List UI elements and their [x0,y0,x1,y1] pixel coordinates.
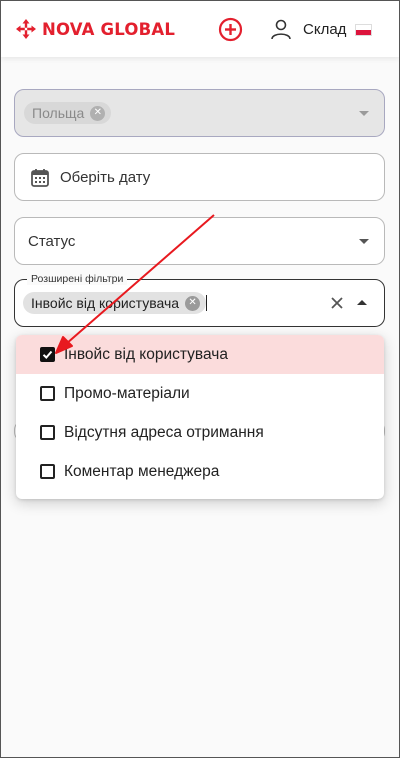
option-label: Промо-матеріали [64,384,190,402]
chevron-down-icon [359,111,369,116]
checkbox-checked[interactable] [40,347,55,362]
checkbox[interactable] [40,464,55,479]
dropdown-option[interactable]: Коментар менеджера [16,452,384,491]
poland-flag-icon[interactable] [355,24,372,36]
brand-logo[interactable]: NOVA GLOBAL [15,18,175,40]
brand-name: NOVA GLOBAL [42,19,176,39]
checkbox[interactable] [40,425,55,440]
extended-filters-dropdown: Інвойс від користувача Промо-матеріали В… [16,335,384,499]
text-cursor [206,295,207,311]
status-select[interactable]: Статус [14,217,385,265]
extended-filter-chip-label: Інвойс від користувача [31,295,180,311]
chip-remove-icon: ✕ [90,105,106,121]
chip-remove-icon[interactable]: ✕ [185,295,201,311]
user-icon[interactable] [269,17,293,41]
dropdown-option[interactable]: Відсутня адреса отримання [16,413,384,452]
date-placeholder: Оберіть дату [60,169,151,186]
option-label: Відсутня адреса отримання [64,423,264,441]
checkbox[interactable] [40,386,55,401]
status-placeholder: Статус [28,233,76,250]
dropdown-option[interactable]: Інвойс від користувача [16,335,384,374]
chevron-up-icon[interactable] [357,300,367,305]
add-circle-icon[interactable] [218,17,243,42]
option-label: Інвойс від користувача [64,345,228,363]
warehouse-label[interactable]: Склад [303,21,346,38]
extended-filters-legend: Розширені фільтри [27,273,128,285]
extended-filter-chip[interactable]: Інвойс від користувача ✕ [23,292,207,314]
country-select: Польща ✕ [14,89,385,137]
dropdown-option[interactable]: Промо-матеріали [16,374,384,413]
chevron-down-icon[interactable] [359,239,369,244]
nova-logo-icon [16,19,36,39]
country-chip-label: Польща [32,105,85,121]
app-header: NOVA GLOBAL Склад [1,1,399,57]
check-icon [42,350,53,359]
country-chip: Польща ✕ [24,102,112,124]
clear-icon[interactable] [329,295,345,311]
option-label: Коментар менеджера [64,462,220,480]
date-picker[interactable]: Оберіть дату [14,153,385,201]
calendar-icon [31,169,49,187]
